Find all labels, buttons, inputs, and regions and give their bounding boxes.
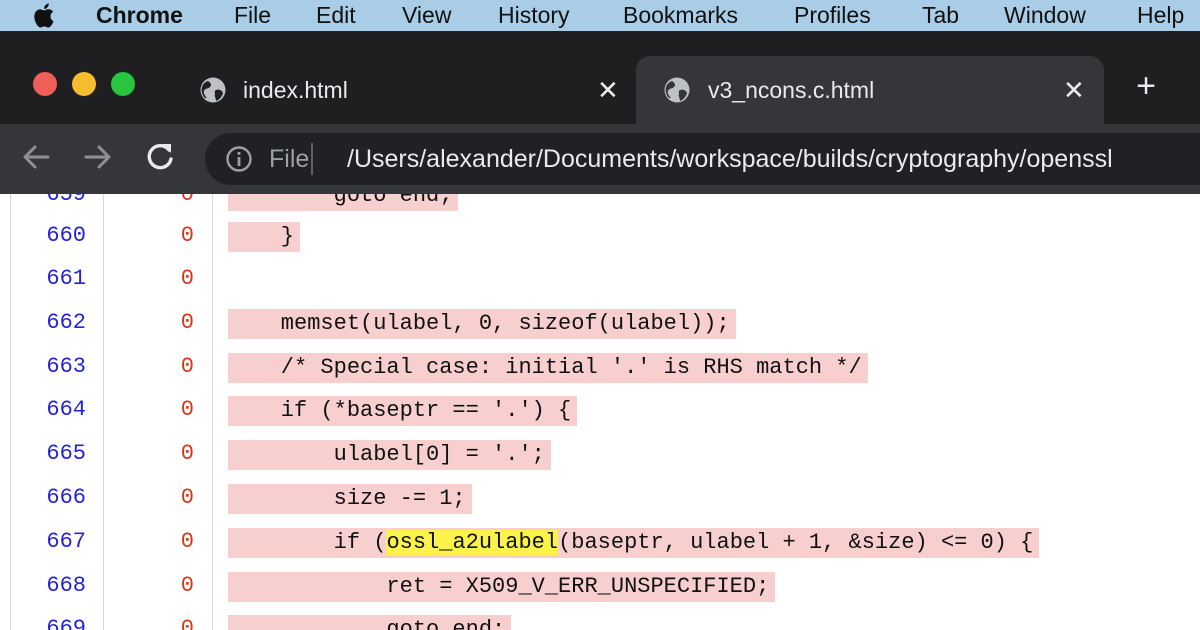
line-number[interactable]: 664 xyxy=(0,388,86,432)
close-tab-icon[interactable]: ✕ xyxy=(597,77,619,103)
file-scheme-label: File xyxy=(269,145,310,173)
code-segment: if ( xyxy=(228,530,387,555)
address-divider xyxy=(311,143,313,175)
menu-app-chrome[interactable]: Chrome xyxy=(96,0,183,31)
line-number[interactable]: 661 xyxy=(0,257,86,301)
source-code: if (ossl_a2ulabel(baseptr, ulabel + 1, &… xyxy=(228,528,1040,558)
code-line-663: 663 0 /* Special case: initial '.' is RH… xyxy=(0,345,1200,389)
source-code: goto end; xyxy=(228,615,512,630)
execution-count: 0 xyxy=(180,310,194,335)
macos-menu-bar: Chrome File Edit View History Bookmarks … xyxy=(0,0,1200,31)
line-number[interactable]: 669 xyxy=(0,607,86,630)
menu-window[interactable]: Window xyxy=(1004,0,1086,31)
tab-index-html[interactable]: index.html ✕ xyxy=(180,56,632,124)
execution-count: 0 xyxy=(180,223,194,248)
code-line-669: 669 0 goto end; xyxy=(0,607,1200,630)
source-code: goto end; xyxy=(228,194,459,211)
coverage-source-view: 659 0 goto end; 660 0 } 661 0 662 0 mems… xyxy=(0,194,1200,630)
menu-edit[interactable]: Edit xyxy=(316,0,356,31)
line-number[interactable]: 663 xyxy=(0,345,86,389)
execution-count: 0 xyxy=(180,354,194,379)
url-text[interactable]: /Users/alexander/Documents/workspace/bui… xyxy=(347,133,1113,185)
line-number[interactable]: 662 xyxy=(0,301,86,345)
code-line-668: 668 0 ret = X509_V_ERR_UNSPECIFIED; xyxy=(0,564,1200,608)
code-line-660: 660 0 } xyxy=(0,214,1200,258)
line-number[interactable]: 665 xyxy=(0,432,86,476)
execution-count: 0 xyxy=(180,616,194,630)
source-code xyxy=(228,265,234,295)
execution-count: 0 xyxy=(180,266,194,291)
window-minimize-button[interactable] xyxy=(72,72,96,96)
execution-count: 0 xyxy=(180,573,194,598)
close-tab-icon[interactable]: ✕ xyxy=(1063,77,1085,103)
source-code: /* Special case: initial '.' is RHS matc… xyxy=(228,353,868,383)
code-line-661: 661 0 xyxy=(0,257,1200,301)
new-tab-button[interactable]: + xyxy=(1132,69,1160,103)
tab-title: index.html xyxy=(243,76,348,103)
source-code: ret = X509_V_ERR_UNSPECIFIED; xyxy=(228,572,776,602)
tab-title: v3_ncons.c.html xyxy=(708,76,875,103)
menu-history[interactable]: History xyxy=(498,0,570,31)
code-line-662: 662 0 memset(ulabel, 0, sizeof(ulabel)); xyxy=(0,301,1200,345)
code-segment: (baseptr, ulabel + 1, &size) <= 0) { xyxy=(558,530,1034,555)
address-bar[interactable]: File /Users/alexander/Documents/workspac… xyxy=(205,133,1200,185)
line-number[interactable]: 667 xyxy=(0,520,86,564)
reload-icon[interactable] xyxy=(143,140,177,174)
line-number[interactable]: 668 xyxy=(0,564,86,608)
source-code: ulabel[0] = '.'; xyxy=(228,440,551,470)
menu-bookmarks[interactable]: Bookmarks xyxy=(623,0,738,31)
execution-count: 0 xyxy=(180,441,194,466)
menu-tab[interactable]: Tab xyxy=(922,0,959,31)
code-line-666: 666 0 size -= 1; xyxy=(0,476,1200,520)
code-line-665: 665 0 ulabel[0] = '.'; xyxy=(0,432,1200,476)
code-line-667: 667 0 if (ossl_a2ulabel(baseptr, ulabel … xyxy=(0,520,1200,564)
window-zoom-button[interactable] xyxy=(111,72,135,96)
line-number[interactable]: 660 xyxy=(0,214,86,258)
window-close-button[interactable] xyxy=(33,72,57,96)
globe-icon xyxy=(664,77,690,103)
search-match-highlight: ossl_a2ulabel xyxy=(386,530,559,555)
tab-v3-ncons-c-html[interactable]: v3_ncons.c.html ✕ xyxy=(636,56,1104,124)
code-line-664: 664 0 if (*baseptr == '.') { xyxy=(0,388,1200,432)
line-number[interactable]: 666 xyxy=(0,476,86,520)
source-code: memset(ulabel, 0, sizeof(ulabel)); xyxy=(228,309,736,339)
menu-file[interactable]: File xyxy=(234,0,271,31)
execution-count: 0 xyxy=(180,529,194,554)
forward-arrow-icon[interactable] xyxy=(81,140,115,174)
source-code: } xyxy=(228,222,301,252)
globe-icon xyxy=(200,77,226,103)
menu-help[interactable]: Help xyxy=(1137,0,1184,31)
apple-logo-icon[interactable] xyxy=(30,1,60,29)
source-code: if (*baseptr == '.') { xyxy=(228,396,578,426)
menu-view[interactable]: View xyxy=(402,0,451,31)
execution-count: 0 xyxy=(180,485,194,510)
info-icon[interactable] xyxy=(225,145,253,173)
menu-profiles[interactable]: Profiles xyxy=(794,0,871,31)
back-arrow-icon[interactable] xyxy=(19,140,53,174)
source-code: size -= 1; xyxy=(228,484,472,514)
execution-count: 0 xyxy=(180,397,194,422)
